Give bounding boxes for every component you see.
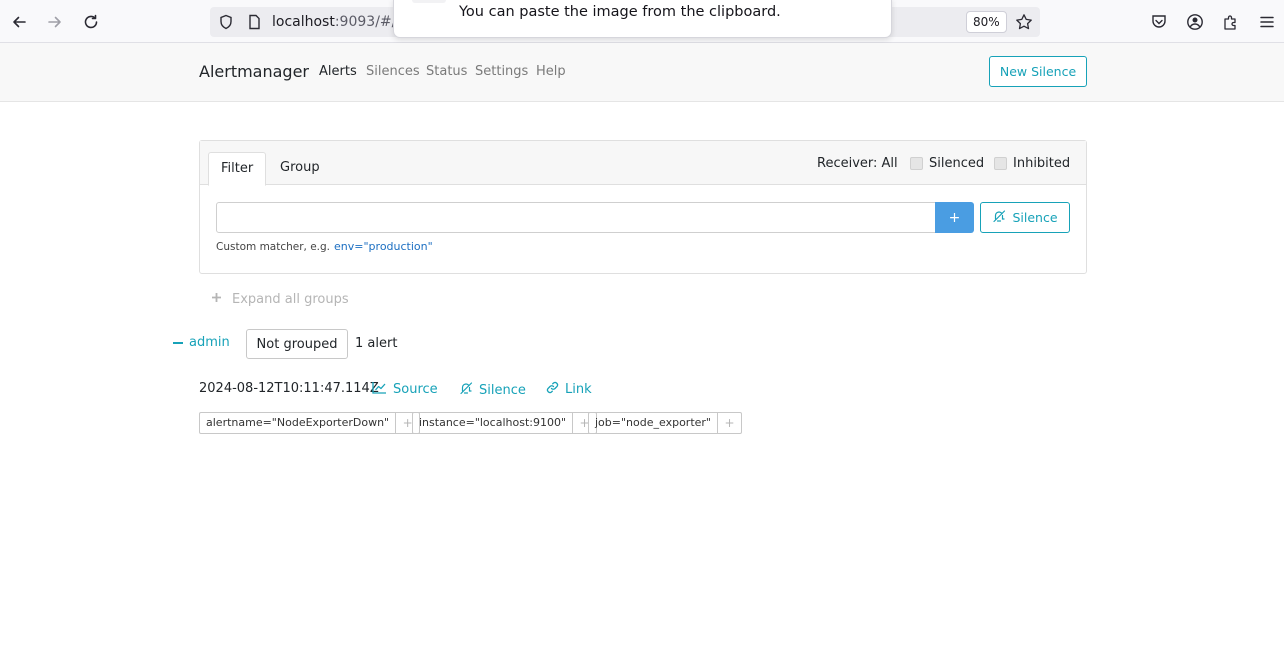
pocket-icon[interactable] [1147,10,1171,34]
brand-title[interactable]: Alertmanager [199,62,309,81]
expand-all-groups[interactable]: Expand all groups [211,292,349,307]
matcher-hint: Custom matcher, e.g. env="production" [216,240,433,253]
account-icon[interactable] [1183,10,1207,34]
menu-icon[interactable] [1255,10,1279,34]
receiver-selector[interactable]: Receiver: All [817,156,898,171]
link-icon [546,381,559,398]
bell-slash-icon [459,381,473,399]
back-arrow-icon[interactable] [6,9,32,35]
notification-tab [412,0,446,3]
tab-group[interactable]: Group [268,152,332,185]
matcher-input[interactable] [216,202,936,233]
paste-notification: You can paste the image from the clipboa… [393,0,892,38]
grouping-badge: Not grouped [246,329,348,359]
label-chip-alertname: alertname="NodeExporterDown" + [199,412,421,434]
add-matcher-button[interactable]: + [935,202,974,233]
silenced-label: Silenced [929,156,985,171]
silence-filter-label: Silence [1012,210,1058,225]
url-text[interactable]: localhost:9093/#/ [272,14,396,30]
alert-silence-link[interactable]: Silence [459,381,526,399]
nav-status[interactable]: Status [426,64,467,79]
forward-arrow-icon[interactable] [42,9,68,35]
url-path: :9093/#/ [334,14,397,30]
label-text[interactable]: instance="localhost:9100" [413,413,572,433]
label-text[interactable]: job="node_exporter" [589,413,717,433]
notification-text: You can paste the image from the clipboa… [459,4,781,20]
bookmark-star-icon[interactable] [1015,13,1033,35]
shield-icon[interactable] [218,14,234,34]
alert-timestamp: 2024-08-12T10:11:47.114Z [199,381,379,396]
label-chip-job: job="node_exporter" + [588,412,742,434]
silenced-checkbox[interactable] [910,157,923,170]
add-label-filter-button[interactable]: + [716,413,741,433]
zoom-level[interactable]: 80% [966,11,1007,33]
nav-silences[interactable]: Silences [366,64,420,79]
hint-text: Custom matcher, e.g. [216,241,331,253]
source-label: Source [393,382,438,397]
nav-settings[interactable]: Settings [475,64,528,79]
label-chip-instance: instance="localhost:9100" + [412,412,598,434]
plus-icon [211,292,222,307]
bell-slash-icon [992,209,1006,226]
url-host: localhost [272,14,335,30]
reload-icon[interactable] [78,9,104,35]
expand-all-label: Expand all groups [232,292,349,307]
alert-permalink[interactable]: Link [546,381,592,398]
alert-count: 1 alert [355,336,398,351]
filter-card-header: Filter Group Receiver: All Silenced Inhi… [200,141,1086,186]
label-text[interactable]: alertname="NodeExporterDown" [200,413,395,433]
extensions-icon[interactable] [1219,10,1243,34]
alert-silence-label: Silence [479,382,526,398]
silence-filter-button[interactable]: Silence [980,202,1070,233]
alert-source-link[interactable]: Source [372,381,438,398]
hint-example: env="production" [334,240,433,253]
inhibited-checkbox[interactable] [994,157,1007,170]
group-name: admin [189,335,230,350]
page-info-icon[interactable] [246,14,262,34]
app-navbar: Alertmanager Alerts Silences Status Sett… [0,43,1284,102]
filter-card: Filter Group Receiver: All Silenced Inhi… [199,140,1087,274]
browser-toolbar: localhost:9093/#/ 80% You can paste the … [0,0,1284,43]
inhibited-label: Inhibited [1013,156,1071,171]
minus-icon [173,341,183,344]
nav-help[interactable]: Help [536,64,566,79]
link-label: Link [565,382,592,397]
group-collapse-toggle[interactable]: admin [173,335,230,350]
chart-line-icon [372,381,387,398]
nav-alerts[interactable]: Alerts [319,64,357,79]
tab-filter[interactable]: Filter [208,152,267,186]
new-silence-button[interactable]: New Silence [989,56,1087,87]
